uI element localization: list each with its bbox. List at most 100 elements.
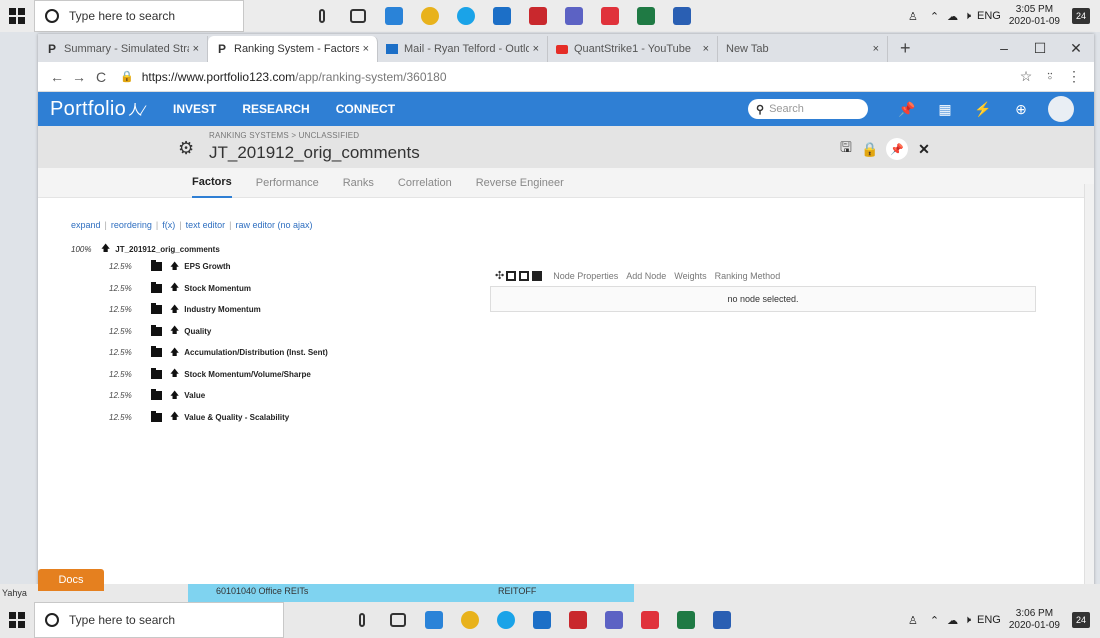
task-view-icon[interactable] (340, 0, 376, 34)
tab-ranking-system[interactable]: P Ranking System - Factors × (208, 36, 378, 62)
site-search-input[interactable]: ⚲ Search (748, 99, 868, 119)
minimize-icon[interactable]: – (986, 34, 1022, 62)
tree-node[interactable]: 12.5% 🡅 Value (109, 385, 328, 407)
tree-root[interactable]: 100% 🡅 JT_201912_orig_comments (71, 242, 328, 256)
network-icon[interactable]: ☁ (947, 614, 958, 627)
tab-ranks[interactable]: Ranks (343, 169, 374, 197)
screen-recorder-icon[interactable] (632, 602, 668, 638)
maximize-icon[interactable]: ☐ (1022, 34, 1058, 62)
tray-overflow-icon[interactable]: ⌃ (930, 614, 939, 627)
clock[interactable]: 3:05 PM 2020-01-09 (1009, 4, 1060, 28)
task-view-icon[interactable] (380, 602, 416, 638)
ranking-method-button[interactable]: Ranking Method (715, 271, 781, 281)
profile-icon[interactable]: ⍤ (1038, 68, 1062, 85)
weights-button[interactable]: Weights (674, 271, 706, 281)
taskbar-search[interactable]: Type here to search (34, 0, 244, 32)
save-icon[interactable]: 🖫 (834, 137, 858, 161)
add-composite-icon[interactable] (519, 270, 530, 281)
language-indicator[interactable]: ENG (977, 10, 1001, 22)
add-folder-icon[interactable] (532, 270, 543, 281)
microphone-icon[interactable] (304, 0, 340, 34)
help-icon[interactable]: ⊕ (1002, 101, 1040, 118)
expand-link[interactable]: expand (71, 220, 101, 230)
tab-factors[interactable]: Factors (192, 168, 232, 198)
tree-node[interactable]: 12.5% 🡅 Stock Momentum (109, 278, 328, 300)
skype-icon[interactable] (488, 602, 524, 638)
outlook-icon[interactable] (484, 0, 520, 34)
skype-icon[interactable] (448, 0, 484, 34)
close-tab-icon[interactable]: × (193, 43, 199, 55)
back-icon[interactable]: ← (46, 69, 68, 85)
url-field[interactable]: 🔒 https://www.portfolio123.com/app/ranki… (120, 70, 1014, 84)
grid-icon[interactable]: ▦ (926, 101, 964, 118)
microphone-icon[interactable] (344, 602, 380, 638)
screen-recorder-icon[interactable] (592, 0, 628, 34)
network-icon[interactable]: ☁ (947, 10, 958, 23)
nav-connect[interactable]: CONNECT (336, 102, 395, 116)
gear-icon[interactable]: ⚙ (178, 138, 194, 159)
language-indicator[interactable]: ENG (977, 614, 1001, 626)
file-explorer-icon[interactable] (416, 602, 452, 638)
breadcrumb[interactable]: RANKING SYSTEMS > UNCLASSIFIED (209, 131, 359, 140)
tab-correlation[interactable]: Correlation (398, 169, 452, 197)
page-scrollbar[interactable] (1084, 184, 1094, 588)
bolt-icon[interactable]: ⚡ (964, 101, 1002, 118)
raw-editor-link[interactable]: raw editor (no ajax) (235, 220, 312, 230)
add-formula-icon[interactable] (506, 270, 517, 281)
people-icon[interactable]: ♙ (908, 614, 918, 627)
tab-new-tab[interactable]: New Tab × (718, 36, 888, 62)
excel-icon[interactable] (668, 602, 704, 638)
teams-icon[interactable] (556, 0, 592, 34)
outlook-icon[interactable] (524, 602, 560, 638)
notification-center-icon[interactable]: 24 (1072, 8, 1090, 24)
avatar[interactable] (1048, 96, 1074, 122)
tab-reverse-engineer[interactable]: Reverse Engineer (476, 169, 564, 197)
tab-summary[interactable]: P Summary - Simulated Stra × (38, 36, 208, 62)
nav-invest[interactable]: INVEST (173, 102, 216, 116)
acrobat-icon[interactable] (520, 0, 556, 34)
close-tab-icon[interactable]: × (533, 43, 539, 55)
volume-icon[interactable]: 🕨 (964, 10, 971, 23)
move-icon[interactable]: ✣ (495, 269, 504, 282)
tree-node[interactable]: 12.5% 🡅 Industry Momentum (109, 299, 328, 321)
tab-performance[interactable]: Performance (256, 169, 319, 197)
notification-center-icon[interactable]: 24 (1072, 612, 1090, 628)
bookmark-star-icon[interactable]: ☆ (1014, 68, 1038, 85)
tab-youtube[interactable]: QuantStrike1 - YouTube × (548, 36, 718, 62)
acrobat-icon[interactable] (560, 602, 596, 638)
close-tab-icon[interactable]: × (703, 43, 709, 55)
docs-button[interactable]: Docs (38, 569, 104, 591)
reload-icon[interactable]: C (90, 69, 112, 85)
word-icon[interactable] (704, 602, 740, 638)
new-tab-plus-icon[interactable]: + (900, 38, 911, 59)
forward-icon[interactable]: → (68, 69, 90, 85)
close-tab-icon[interactable]: × (363, 43, 369, 55)
add-node-button[interactable]: Add Node (626, 271, 666, 281)
start-button[interactable] (0, 602, 34, 638)
tree-node[interactable]: 12.5% 🡅 EPS Growth (109, 256, 328, 278)
chrome-icon[interactable] (412, 0, 448, 34)
word-icon[interactable] (664, 0, 700, 34)
excel-icon[interactable] (628, 0, 664, 34)
chrome-icon[interactable] (452, 602, 488, 638)
volume-icon[interactable]: 🕨 (964, 614, 971, 627)
people-icon[interactable]: ♙ (908, 10, 918, 23)
tray-overflow-icon[interactable]: ⌃ (930, 10, 939, 23)
text-editor-link[interactable]: text editor (186, 220, 226, 230)
pin-icon[interactable]: 📌 (886, 138, 908, 160)
node-properties-button[interactable]: Node Properties (553, 271, 618, 281)
tree-node[interactable]: 12.5% 🡅 Accumulation/Distribution (Inst. S… (109, 342, 328, 364)
fx-link[interactable]: f(x) (162, 220, 175, 230)
nav-research[interactable]: RESEARCH (242, 102, 309, 116)
teams-icon[interactable] (596, 602, 632, 638)
taskbar-search[interactable]: Type here to search (34, 602, 284, 638)
tab-mail[interactable]: Mail - Ryan Telford - Outlo × (378, 36, 548, 62)
close-window-icon[interactable]: ✕ (1058, 34, 1094, 62)
lock-icon[interactable]: 🔒 (858, 141, 882, 158)
file-explorer-icon[interactable] (376, 0, 412, 34)
pin-icon[interactable]: 📌 (888, 101, 926, 118)
tree-node[interactable]: 12.5% 🡅 Value & Quality - Scalability (109, 407, 328, 429)
start-button[interactable] (0, 0, 34, 32)
tree-node[interactable]: 12.5% 🡅 Quality (109, 321, 328, 343)
reordering-link[interactable]: reordering (111, 220, 152, 230)
